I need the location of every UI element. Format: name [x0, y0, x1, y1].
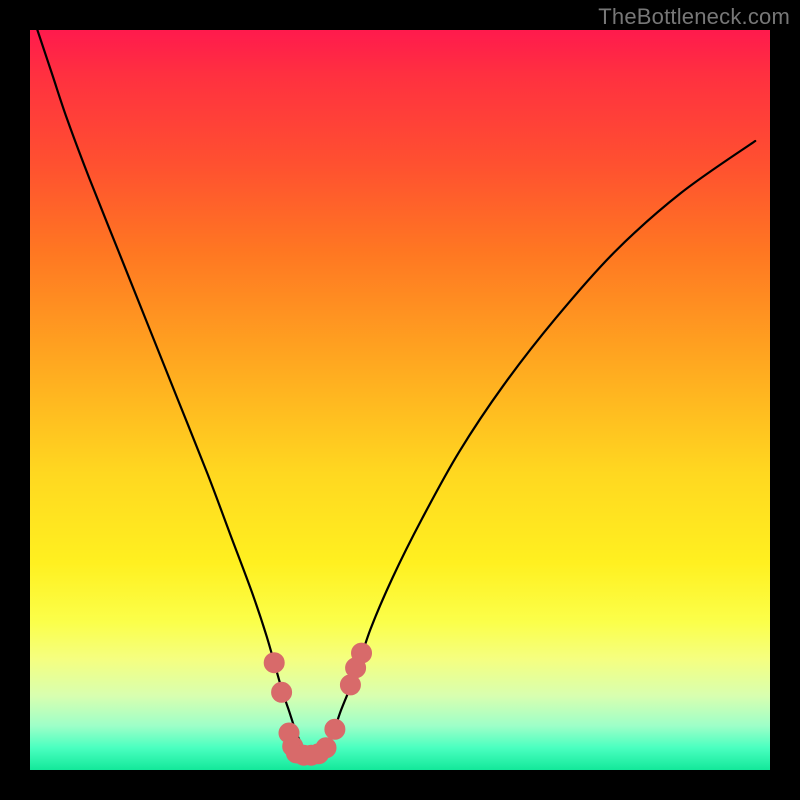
chart-svg [30, 30, 770, 770]
curve-marker [272, 682, 292, 702]
curve-marker [352, 643, 372, 663]
curve-marker [264, 653, 284, 673]
bottleneck-curve [37, 30, 755, 756]
chart-frame: TheBottleneck.com [0, 0, 800, 800]
curve-marker [316, 738, 336, 758]
watermark-text: TheBottleneck.com [598, 4, 790, 30]
curve-markers [264, 643, 371, 765]
plot-area [30, 30, 770, 770]
curve-marker [325, 719, 345, 739]
